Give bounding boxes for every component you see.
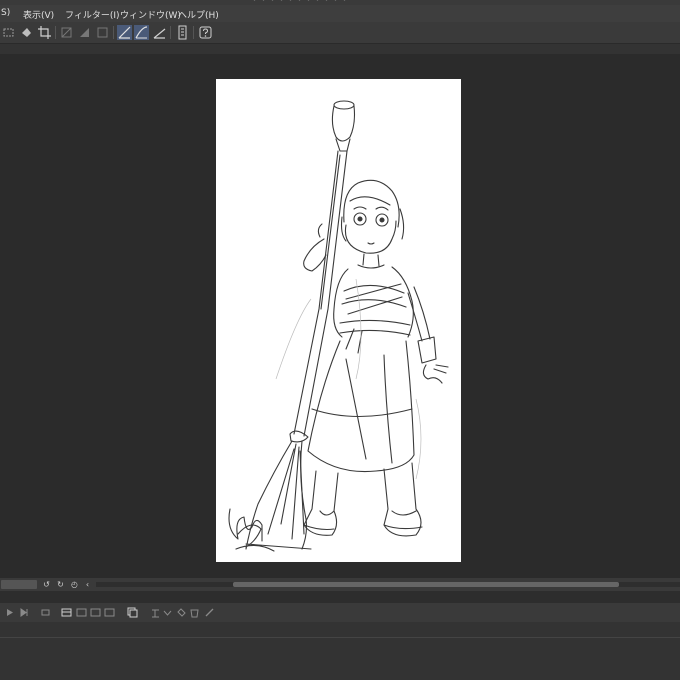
help-icon[interactable] (198, 25, 213, 40)
copy-layer-icon[interactable] (104, 607, 115, 618)
menu-s[interactable]: S) (1, 8, 10, 18)
mask-icon[interactable] (77, 25, 92, 40)
rotate-left-icon[interactable]: ↺ (42, 580, 51, 589)
link-icon[interactable] (162, 607, 173, 618)
flip-icon[interactable]: ‹ (83, 580, 92, 589)
selection-tool-icon[interactable] (1, 25, 16, 40)
delete-layer-icon[interactable] (176, 607, 187, 618)
new-vector-layer-icon[interactable] (76, 607, 87, 618)
menu-view[interactable]: 表示(V) (23, 8, 54, 21)
transfer-icon[interactable] (150, 607, 161, 618)
toolbar-separator (55, 26, 56, 39)
reset-rotation-icon[interactable]: ◴ (70, 580, 79, 589)
menu-help[interactable]: ヘルプ(H) (178, 8, 219, 21)
toolbar-separator (193, 26, 194, 39)
timeline-toolbar (0, 603, 680, 622)
layer-panel (0, 622, 680, 680)
toolbar-separator (113, 26, 114, 39)
zoom-slider[interactable] (1, 580, 37, 589)
command-bar (0, 22, 680, 44)
menu-bar: S) 表示(V) フィルター(I) ウィンドウ(W) ヘルプ(H) (0, 5, 680, 22)
panel-divider (0, 637, 680, 638)
square-icon[interactable] (95, 25, 110, 40)
menu-filter[interactable]: フィルター(I) (65, 8, 120, 21)
hide-selection-icon[interactable] (59, 25, 74, 40)
panel-gap (0, 591, 680, 603)
clear-icon[interactable] (189, 607, 200, 618)
horizontal-scrollbar[interactable] (96, 582, 680, 587)
rotate-right-icon[interactable]: ↻ (56, 580, 65, 589)
new-folder-icon[interactable] (90, 607, 101, 618)
pen-icon[interactable] (204, 607, 215, 618)
ruler-icon[interactable] (175, 25, 190, 40)
toolbar-separator (170, 26, 171, 39)
play-icon[interactable] (5, 607, 16, 618)
sketch-drawing (228, 100, 449, 552)
menu-window[interactable]: ウィンドウ(W) (120, 8, 181, 21)
scrollbar-thumb[interactable] (233, 582, 619, 587)
crop-icon[interactable] (37, 25, 52, 40)
snap-grid-icon[interactable] (152, 25, 167, 40)
fill-icon[interactable] (19, 25, 34, 40)
navigator-bar: ↺ ↻ ◴ ‹ (0, 578, 680, 591)
canvas-top-strip (0, 44, 680, 54)
snap-ruler-icon[interactable] (117, 25, 132, 40)
snap-special-ruler-icon[interactable] (134, 25, 149, 40)
new-raster-layer-icon[interactable] (61, 607, 72, 618)
merge-icon[interactable] (127, 607, 138, 618)
loop-icon[interactable] (40, 607, 51, 618)
drawing-canvas[interactable] (216, 79, 461, 562)
skip-icon[interactable] (19, 607, 30, 618)
